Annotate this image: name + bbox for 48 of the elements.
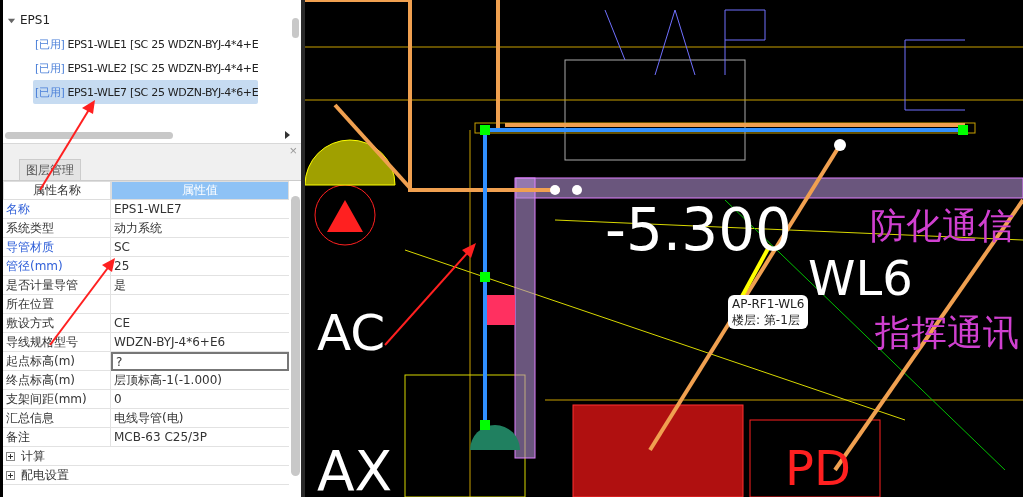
- property-value[interactable]: EPS1-WLE7: [111, 200, 289, 219]
- tree-item-label: EPS1-WLE1 [SC 25 WDZN-BYJ-4*4+E: [67, 37, 259, 51]
- tree-item-label: EPS1-WLE2 [SC 25 WDZN-BYJ-4*4+E: [67, 61, 259, 75]
- property-value[interactable]: 0: [111, 390, 289, 409]
- tree-item[interactable]: [已用] EPS1-WLE2 [SC 25 WDZN-BYJ-4*4+E: [33, 56, 259, 80]
- property-value[interactable]: 是: [111, 276, 289, 295]
- cad-text: AX: [317, 439, 393, 497]
- scrollbar-thumb[interactable]: [291, 18, 299, 38]
- used-tag: [已用]: [35, 60, 65, 76]
- property-name: 系统类型: [3, 219, 111, 238]
- used-tag: [已用]: [35, 84, 65, 100]
- property-group[interactable]: 配电设置: [3, 466, 289, 485]
- property-name: 汇总信息: [3, 409, 111, 428]
- group-label: 配电设置: [21, 466, 69, 484]
- property-name: 所在位置: [3, 295, 111, 314]
- tooltip-floor: 楼层: 第-1层: [732, 312, 801, 328]
- property-name: 支架间距(mm): [3, 390, 111, 409]
- tree-item-label: EPS1-WLE7 [SC 25 WDZN-BYJ-4*6+E: [67, 85, 259, 99]
- tree-item[interactable]: [已用] EPS1-WLE7 [SC 25 WDZN-BYJ-4*6+E: [33, 80, 259, 104]
- property-name: 起点标高(m): [3, 352, 111, 371]
- property-name: 导管材质: [3, 238, 111, 257]
- cad-text: PD: [785, 440, 851, 496]
- property-value[interactable]: ?: [111, 352, 289, 371]
- property-value[interactable]: 层顶标高-1(-1.000): [111, 371, 289, 390]
- tooltip-title: AP-RF1-WL6: [732, 296, 805, 312]
- property-value[interactable]: CE: [111, 314, 289, 333]
- property-group[interactable]: 计算: [3, 447, 289, 466]
- scrollbar-thumb[interactable]: [5, 131, 173, 139]
- property-value[interactable]: 电线导管(电): [111, 409, 289, 428]
- property-name: 备注: [3, 428, 111, 447]
- property-value[interactable]: MCB-63 C25/3P: [111, 428, 289, 447]
- scrollbar-thumb[interactable]: [290, 196, 300, 476]
- property-value[interactable]: SC: [111, 238, 289, 257]
- group-label: 计算: [21, 447, 45, 465]
- scroll-right-icon[interactable]: [284, 131, 291, 139]
- property-value[interactable]: 动力系统: [111, 219, 289, 238]
- expand-icon[interactable]: [6, 470, 15, 480]
- property-value[interactable]: WDZN-BYJ-4*6+E6: [111, 333, 289, 352]
- cad-text: AC: [317, 304, 386, 362]
- property-name: 是否计量导管: [3, 276, 111, 295]
- property-name: 名称: [3, 200, 111, 219]
- property-name: 敷设方式: [3, 314, 111, 333]
- cad-text: WL6: [808, 250, 913, 306]
- tree-group-label[interactable]: EPS1: [20, 13, 51, 27]
- tree-item[interactable]: [已用] EPS1-WLE1 [SC 25 WDZN-BYJ-4*4+E: [33, 32, 259, 56]
- property-name: 终点标高(m): [3, 371, 111, 390]
- used-tag: [已用]: [35, 36, 65, 52]
- expand-icon[interactable]: [6, 451, 15, 461]
